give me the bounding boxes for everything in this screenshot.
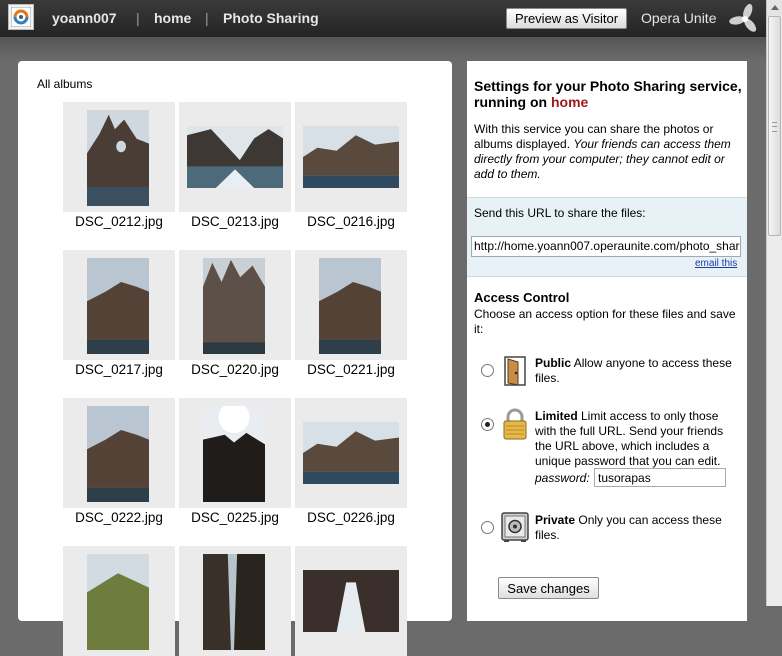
open-door-icon <box>504 356 526 386</box>
padlock-icon <box>503 408 527 440</box>
albums-panel: All albums DSC_0212.jpg DSC_0213.jpg DSC… <box>18 61 452 656</box>
photo-thumbnail-cell[interactable] <box>63 546 175 656</box>
option-limited-label: Limited <box>535 409 578 423</box>
photo-thumbnail-image[interactable] <box>303 126 399 188</box>
share-url-label: Send this URL to share the files: <box>474 206 646 220</box>
photo-thumbnail-cell[interactable] <box>295 102 407 212</box>
preview-as-visitor-button[interactable]: Preview as Visitor <box>506 8 627 29</box>
photo-thumbnail-image[interactable] <box>187 126 283 188</box>
settings-description: With this service you can share the phot… <box>474 122 742 182</box>
radio-private[interactable] <box>481 521 494 534</box>
photo-filename-label[interactable]: DSC_0216.jpg <box>295 214 407 229</box>
access-control-description: Choose an access option for these files … <box>474 307 736 336</box>
opera-unite-label[interactable]: Opera Unite <box>641 10 716 26</box>
photo-thumbnail-image[interactable] <box>87 110 149 206</box>
photo-thumbnail-image[interactable] <box>303 570 399 632</box>
photo-filename-label[interactable]: DSC_0221.jpg <box>295 362 407 377</box>
breadcrumb-device[interactable]: home <box>154 10 191 26</box>
photo-filename-label[interactable]: DSC_0222.jpg <box>63 510 175 525</box>
photo-thumbnail-cell[interactable] <box>63 250 175 360</box>
albums-title[interactable]: All albums <box>37 77 92 91</box>
share-url-field[interactable]: http://home.yoann007.operaunite.com/phot… <box>471 236 741 257</box>
photo-thumbnail-image[interactable] <box>319 258 381 354</box>
option-limited-text: Limited Limit access to only those with … <box>535 409 741 469</box>
radio-public[interactable] <box>481 364 494 377</box>
photo-thumbnail-cell[interactable] <box>179 398 291 508</box>
scrollbar-thumb[interactable] <box>768 16 781 236</box>
settings-title-device: home <box>550 94 589 110</box>
photo-thumbnail-cell[interactable] <box>179 546 291 656</box>
settings-title-text: Settings for your Photo Sharing service,… <box>474 78 742 110</box>
photo-thumbnail-image[interactable] <box>203 554 265 650</box>
top-bar: yoann007 | home | Photo Sharing Preview … <box>0 0 766 37</box>
photo-filename-label[interactable]: DSC_0212.jpg <box>63 214 175 229</box>
photo-thumbnail-cell[interactable] <box>295 546 407 656</box>
password-input[interactable] <box>594 468 726 487</box>
safe-icon <box>501 512 529 542</box>
header-shadow <box>0 37 766 61</box>
photo-thumbnail-cell[interactable] <box>63 398 175 508</box>
option-public-text: Public Allow anyone to access these file… <box>535 356 741 386</box>
photo-filename-label[interactable]: DSC_0217.jpg <box>63 362 175 377</box>
option-private-text: Private Only you can access these files. <box>535 513 741 543</box>
photo-thumbnail-cell[interactable] <box>63 102 175 212</box>
photo-thumbnail-cell[interactable] <box>295 398 407 508</box>
photo-thumbnail-image[interactable] <box>87 406 149 502</box>
photo-thumbnail-image[interactable] <box>87 258 149 354</box>
breadcrumb-service[interactable]: Photo Sharing <box>223 10 319 26</box>
password-label: password: <box>535 471 590 485</box>
photo-filename-label[interactable]: DSC_0220.jpg <box>179 362 291 377</box>
settings-title: Settings for your Photo Sharing service,… <box>474 78 742 110</box>
photo-sharing-app-icon[interactable] <box>8 4 34 30</box>
photo-thumbnail-image[interactable] <box>303 422 399 484</box>
photo-filename-label[interactable]: DSC_0213.jpg <box>179 214 291 229</box>
option-private-label: Private <box>535 513 576 527</box>
photo-filename-label[interactable]: DSC_0225.jpg <box>179 510 291 525</box>
breadcrumb-separator: | <box>205 10 209 26</box>
settings-panel: Settings for your Photo Sharing service,… <box>467 61 747 621</box>
photo-thumbnail-cell[interactable] <box>295 250 407 360</box>
photo-thumbnail-image[interactable] <box>87 554 149 650</box>
scrollbar[interactable] <box>766 0 782 606</box>
share-url-box: Send this URL to share the files: http:/… <box>467 197 747 277</box>
photo-filename-label[interactable]: DSC_0226.jpg <box>295 510 407 525</box>
email-this-link[interactable]: email this <box>695 258 737 269</box>
access-control-title: Access Control <box>474 290 570 305</box>
photo-thumbnail-cell[interactable] <box>179 250 291 360</box>
breadcrumb-user[interactable]: yoann007 <box>52 10 117 26</box>
photo-thumbnail-image[interactable] <box>203 406 265 502</box>
save-changes-button[interactable]: Save changes <box>498 577 599 599</box>
breadcrumb-separator: | <box>136 10 140 26</box>
scroll-up-arrow-icon[interactable] <box>767 0 782 16</box>
scrollbar-grip-icon <box>772 122 777 132</box>
option-public-label: Public <box>535 356 572 370</box>
photo-thumbnail-image[interactable] <box>203 258 265 354</box>
radio-limited[interactable] <box>481 418 494 431</box>
opera-unite-logo-icon[interactable] <box>729 3 761 35</box>
photo-thumbnail-cell[interactable] <box>179 102 291 212</box>
